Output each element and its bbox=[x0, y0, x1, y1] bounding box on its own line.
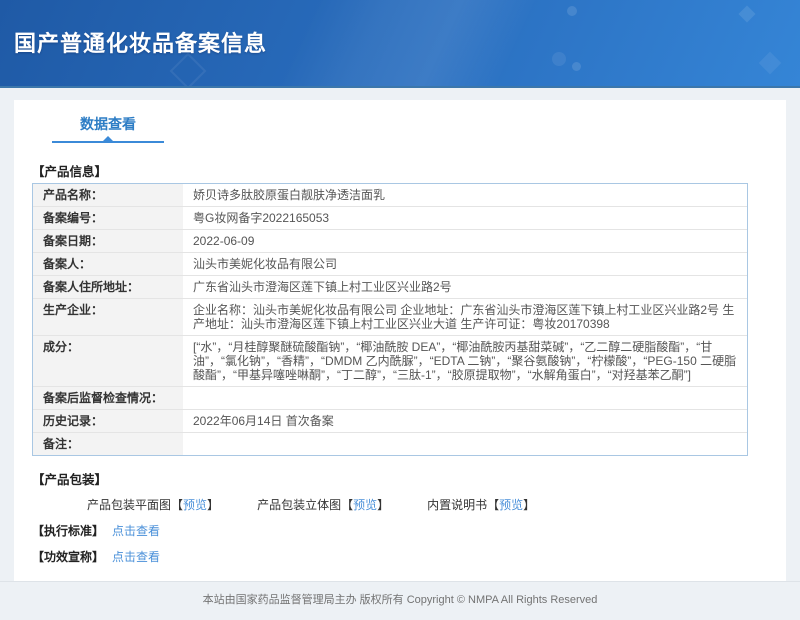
extra-section-row: 【执行标准】 点击查看 bbox=[32, 522, 768, 539]
decoration-dot-icon bbox=[552, 52, 566, 66]
page-footer: 本站由国家药品监督管理局主办 版权所有 Copyright © NMPA All… bbox=[0, 581, 800, 620]
table-row: 备注： bbox=[33, 433, 747, 455]
row-value: [“水”，“月桂醇聚醚硫酸酯钠”，“椰油酰胺 DEA”，“椰油酰胺丙基甜菜碱”，… bbox=[193, 340, 737, 382]
row-label: 生产企业： bbox=[33, 299, 183, 335]
footer-text: 本站由国家药品监督管理局主办 版权所有 Copyright © NMPA All… bbox=[202, 594, 598, 606]
table-row: 备案后监督检查情况： bbox=[33, 387, 747, 410]
extra-section-label: 【执行标准】 bbox=[32, 524, 105, 538]
decoration-cube-icon bbox=[738, 5, 756, 23]
tab-data-view[interactable]: 数据查看 bbox=[52, 110, 164, 143]
table-row: 历史记录： 2022年06月14日 首次备案 bbox=[33, 410, 747, 433]
decoration-dot-icon bbox=[572, 62, 581, 71]
packaging-items: 产品包装平面图【预览】 产品包装立体图【预览】 内置说明书【预览】 bbox=[32, 496, 768, 513]
bracket-open: 【 bbox=[171, 498, 184, 512]
row-value: 汕头市美妮化妆品有限公司 bbox=[193, 257, 338, 271]
table-row: 备案编号： 粤G妆网备字2022165053 bbox=[33, 207, 747, 230]
product-info-section-title: 【产品信息】 bbox=[32, 165, 108, 179]
packaging-item-label: 产品包装立体图 bbox=[257, 498, 342, 512]
row-label: 备案编号： bbox=[33, 207, 183, 229]
table-row: 备案日期： 2022-06-09 bbox=[33, 230, 747, 253]
packaging-item: 内置说明书【预览】 bbox=[427, 496, 535, 513]
row-label: 备案人住所地址： bbox=[33, 276, 183, 298]
decoration-dot-icon bbox=[567, 6, 577, 16]
row-value: 粤G妆网备字2022165053 bbox=[193, 211, 330, 225]
packaging-item: 产品包装立体图【预览】 bbox=[257, 496, 389, 513]
table-row: 生产企业： 企业名称：汕头市美妮化妆品有限公司 企业地址：广东省汕头市澄海区莲下… bbox=[33, 299, 747, 336]
row-value bbox=[183, 387, 747, 409]
view-details-link[interactable]: 点击查看 bbox=[112, 522, 160, 539]
packaging-section: 【产品包装】 产品包装平面图【预览】 产品包装立体图【预览】 内置说明书【预览】 bbox=[32, 469, 768, 513]
row-value: 企业名称：汕头市美妮化妆品有限公司 企业地址：广东省汕头市澄海区莲下镇上村工业区… bbox=[193, 303, 735, 331]
table-row: 备案人住所地址： 广东省汕头市澄海区莲下镇上村工业区兴业路2号 bbox=[33, 276, 747, 299]
row-label: 历史记录： bbox=[33, 410, 183, 432]
extra-section-row: 【功效宣称】 点击查看 bbox=[32, 548, 768, 565]
bracket-open: 【 bbox=[487, 498, 500, 512]
page-header-banner: 国产普通化妆品备案信息 bbox=[0, 0, 800, 88]
bracket-close: 】 bbox=[523, 498, 536, 512]
preview-link[interactable]: 预览 bbox=[353, 498, 377, 512]
preview-link[interactable]: 预览 bbox=[183, 498, 207, 512]
row-label: 备案后监督检查情况： bbox=[33, 387, 183, 409]
packaging-item-label: 产品包装平面图 bbox=[87, 498, 172, 512]
row-label: 成分： bbox=[33, 336, 183, 386]
row-label: 产品名称： bbox=[33, 184, 183, 206]
preview-link[interactable]: 预览 bbox=[499, 498, 523, 512]
packaging-item-label: 内置说明书 bbox=[427, 498, 488, 512]
packaging-item: 产品包装平面图【预览】 bbox=[87, 496, 219, 513]
decoration-cube-icon bbox=[758, 51, 782, 75]
row-label: 备注： bbox=[33, 433, 183, 455]
packaging-section-title: 【产品包装】 bbox=[32, 473, 108, 487]
table-row: 备案人： 汕头市美妮化妆品有限公司 bbox=[33, 253, 747, 276]
table-row: 产品名称： 娇贝诗多肽胶原蛋白靓肤净透洁面乳 bbox=[33, 184, 747, 207]
row-value: 2022-06-09 bbox=[193, 234, 255, 248]
product-info-table: 产品名称： 娇贝诗多肽胶原蛋白靓肤净透洁面乳 备案编号： 粤G妆网备字20221… bbox=[32, 183, 748, 456]
page-title: 国产普通化妆品备案信息 bbox=[14, 31, 268, 56]
row-value: 2022年06月14日 首次备案 bbox=[193, 414, 334, 428]
row-value: 娇贝诗多肽胶原蛋白靓肤净透洁面乳 bbox=[193, 188, 386, 202]
extra-section-label: 【功效宣称】 bbox=[32, 550, 105, 564]
view-details-link[interactable]: 点击查看 bbox=[112, 548, 160, 565]
row-value: 广东省汕头市澄海区莲下镇上村工业区兴业路2号 bbox=[193, 280, 452, 294]
bracket-close: 】 bbox=[207, 498, 220, 512]
bracket-close: 】 bbox=[377, 498, 390, 512]
table-row: 成分： [“水”，“月桂醇聚醚硫酸酯钠”，“椰油酰胺 DEA”，“椰油酰胺丙基甜… bbox=[33, 336, 747, 387]
bracket-open: 【 bbox=[341, 498, 354, 512]
row-label: 备案人： bbox=[33, 253, 183, 275]
extra-sections: 【执行标准】 点击查看 【功效宣称】 点击查看 bbox=[32, 522, 768, 565]
row-value bbox=[183, 433, 747, 455]
content-card: 数据查看 【产品信息】 产品名称： 娇贝诗多肽胶原蛋白靓肤净透洁面乳 备案编号：… bbox=[14, 100, 786, 581]
row-label: 备案日期： bbox=[33, 230, 183, 252]
